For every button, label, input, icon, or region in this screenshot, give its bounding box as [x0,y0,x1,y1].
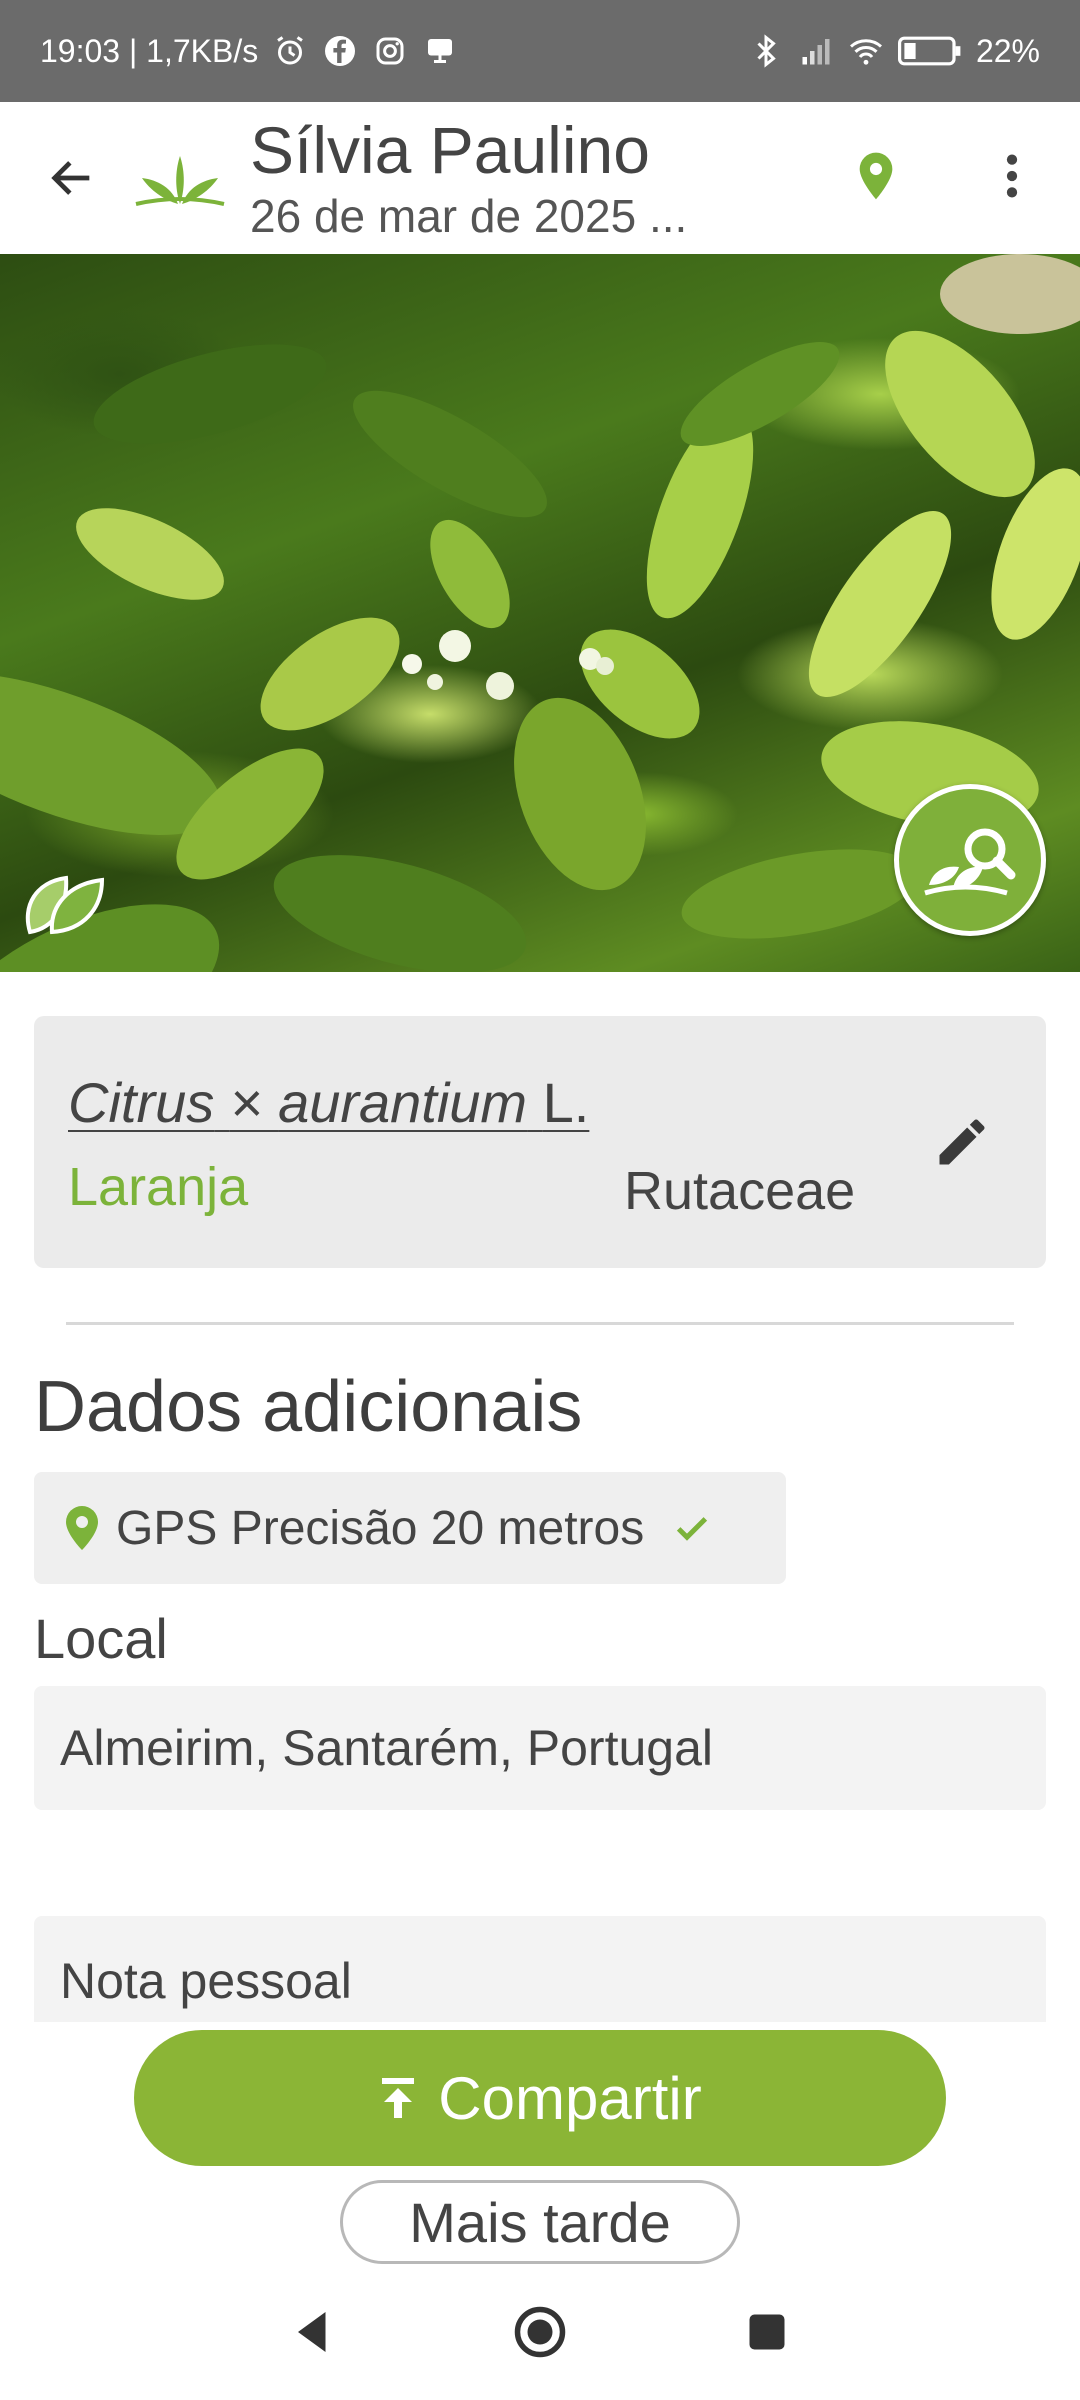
arrow-back-icon [51,161,90,195]
author-name: L. [542,1071,590,1134]
observation-photo[interactable] [0,254,1080,972]
share-button-label: Compartir [438,2064,702,2132]
nav-recents-button[interactable] [722,2287,812,2377]
personal-note-field[interactable]: Nota pessoal [34,1916,1046,2022]
system-nav-bar [0,2264,1080,2400]
share-button[interactable]: Compartir [134,2030,946,2166]
location-pin-icon [66,1506,98,1550]
triangle-back-icon [298,2312,326,2352]
battery-level: 22% [975,32,1040,69]
gps-accuracy-chip[interactable]: GPS Precisão 20 metros [34,1472,786,1584]
circle-home-icon [514,2306,566,2358]
hybrid-sign: × [229,1071,263,1134]
bluetooth-icon [748,33,784,69]
check-icon [677,1517,708,1541]
pencil-icon [939,1119,985,1165]
species-epithet: aurantium [278,1071,528,1134]
later-button[interactable]: Mais tarde [340,2180,740,2264]
plant-logo-icon [135,156,225,206]
observation-date: 26 de mar de 2025 ... [250,190,688,242]
battery-icon [897,33,962,69]
location-field[interactable]: Almeirim, Santarém, Portugal [34,1686,1046,1810]
instagram-icon [372,33,408,69]
identify-plant-button[interactable] [894,784,1046,936]
upload-icon [382,2078,415,2118]
wifi-icon [848,33,884,69]
edit-species-button[interactable] [912,1092,1012,1192]
cast-icon [422,33,458,69]
status-bar: 19:03 | 1,7KB/s 22% [0,0,1080,102]
status-time-speed: 19:03 | 1,7KB/s [40,32,259,69]
nav-back-button[interactable] [268,2287,358,2377]
back-button[interactable] [24,130,120,226]
app-bar: Sílvia Paulino 26 de mar de 2025 ... [0,102,1080,254]
map-location-button[interactable] [828,128,924,224]
more-vert-icon [1006,154,1018,198]
facebook-icon [322,33,358,69]
square-recents-icon [749,2314,785,2350]
signal-icon [798,33,834,69]
map-pin-icon [859,152,893,200]
page-title: Sílvia Paulino [250,113,650,187]
scientific-name[interactable]: Citrus × aurantium L. [68,1070,589,1135]
alarm-icon [272,33,308,69]
additional-data-title: Dados adicionais [34,1367,583,1447]
plant-search-icon [924,828,1016,896]
more-options-button[interactable] [964,128,1060,224]
gps-accuracy-text: GPS Precisão 20 metros [116,1501,645,1555]
divider [66,1322,1014,1325]
family-name: Rutaceae [624,1161,856,1221]
genus-name: Citrus [68,1071,215,1134]
nav-home-button[interactable] [495,2287,585,2377]
species-card[interactable]: Citrus × aurantium L. Laranja Rutaceae [34,1016,1046,1268]
leaf-badge-icon [25,875,105,935]
common-name: Laranja [68,1157,249,1217]
location-label: Local [34,1607,168,1670]
